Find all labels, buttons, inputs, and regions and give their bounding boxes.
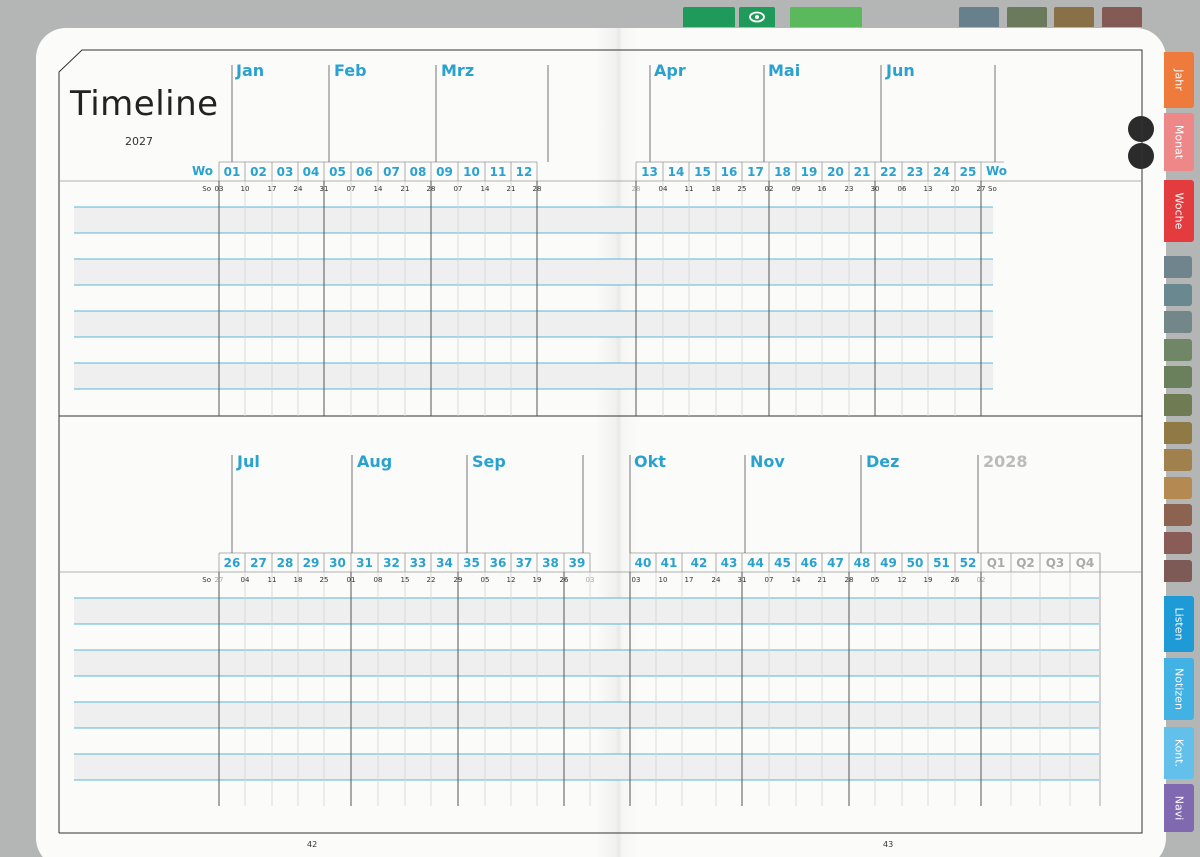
week-number: 38 [542,556,559,570]
month-label: Nov [750,452,785,471]
quarter-label: Q1 [987,556,1006,570]
page-number-right: 43 [883,840,894,849]
week-number: 50 [907,556,924,570]
row-band [74,702,1099,728]
page-number-left: 42 [307,840,318,849]
week-number: 10 [463,165,480,179]
week-number: 40 [635,556,652,570]
week-number: 30 [329,556,346,570]
month-label: Sep [472,452,506,471]
week-number: 39 [569,556,586,570]
month-label: Jan [235,61,264,80]
planner: Jahr Monat Woche Listen Notizen Kont. Navi Jan… [0,0,1200,857]
sunday-date: 03 [632,576,641,584]
quarter-label: Q3 [1046,556,1065,570]
week-number: 19 [801,165,818,179]
month-label: Jul [236,452,260,471]
week-number: 47 [827,556,844,570]
week-number: 18 [774,165,791,179]
quarter-label: Q4 [1076,556,1095,570]
week-number: 07 [383,165,400,179]
week-number: 20 [827,165,844,179]
sunday-date: 10 [659,576,668,584]
row-band [74,363,993,389]
quarter-label: Q2 [1016,556,1035,570]
week-number: 51 [933,556,950,570]
week-number: 12 [516,165,533,179]
week-number: 22 [880,165,897,179]
row-band [74,598,1099,624]
week-number: 06 [356,165,373,179]
week-number: 08 [410,165,427,179]
sunday-label: So [202,185,211,193]
row-band [74,311,993,337]
week-number: 25 [960,165,977,179]
week-number: 34 [436,556,453,570]
sunday-date: 17 [685,576,694,584]
week-number: 35 [463,556,480,570]
month-label: Mrz [441,61,474,80]
week-number: 52 [960,556,977,570]
week-label: Wo [192,164,213,178]
week-number: 42 [691,556,708,570]
week-number: 26 [224,556,241,570]
timeline-grid: Jan Feb Mrz Apr Mai Jun Wo Wo 01 02 03 04 05 06 07 08 09… [58,49,1143,834]
week-number: 41 [661,556,678,570]
row-band [74,207,993,233]
week-number: 24 [933,165,950,179]
year-label: 2027 [125,135,153,148]
row-band [74,259,993,285]
week-number: 31 [356,556,373,570]
month-label: Feb [334,61,367,80]
week-number: 21 [854,165,871,179]
week-number: 14 [668,165,685,179]
week-number: 09 [436,165,453,179]
week-number: 16 [721,165,738,179]
sunday-label: So [202,576,211,584]
month-label: Okt [634,452,666,471]
week-number: 33 [410,556,427,570]
week-number: 49 [880,556,897,570]
week-number: 29 [303,556,320,570]
week-number: 37 [516,556,533,570]
week-label: Wo [986,164,1007,178]
week-number: 23 [907,165,924,179]
week-number: 13 [641,165,658,179]
month-label: Aug [357,452,392,471]
row-band [74,650,1099,676]
row-band [74,754,1099,780]
week-number: 05 [329,165,346,179]
week-number: 15 [694,165,711,179]
week-number: 03 [277,165,294,179]
month-label: Dez [866,452,899,471]
week-number: 04 [303,165,320,179]
sunday-label: So [988,185,997,193]
week-number: 27 [250,556,267,570]
week-number: 02 [250,165,267,179]
week-number: 48 [854,556,871,570]
month-label: Jun [885,61,915,80]
week-number: 43 [721,556,738,570]
week-number: 45 [774,556,791,570]
month-label: Mai [768,61,800,80]
next-year-label: 2028 [983,452,1028,471]
week-number: 01 [224,165,241,179]
week-number: 46 [801,556,818,570]
week-number: 28 [277,556,294,570]
week-number: 36 [490,556,507,570]
week-number: 32 [383,556,400,570]
week-number: 44 [747,556,764,570]
week-number: 11 [490,165,507,179]
page-title: Timeline [70,84,219,124]
month-label: Apr [654,61,686,80]
week-number: 17 [747,165,764,179]
